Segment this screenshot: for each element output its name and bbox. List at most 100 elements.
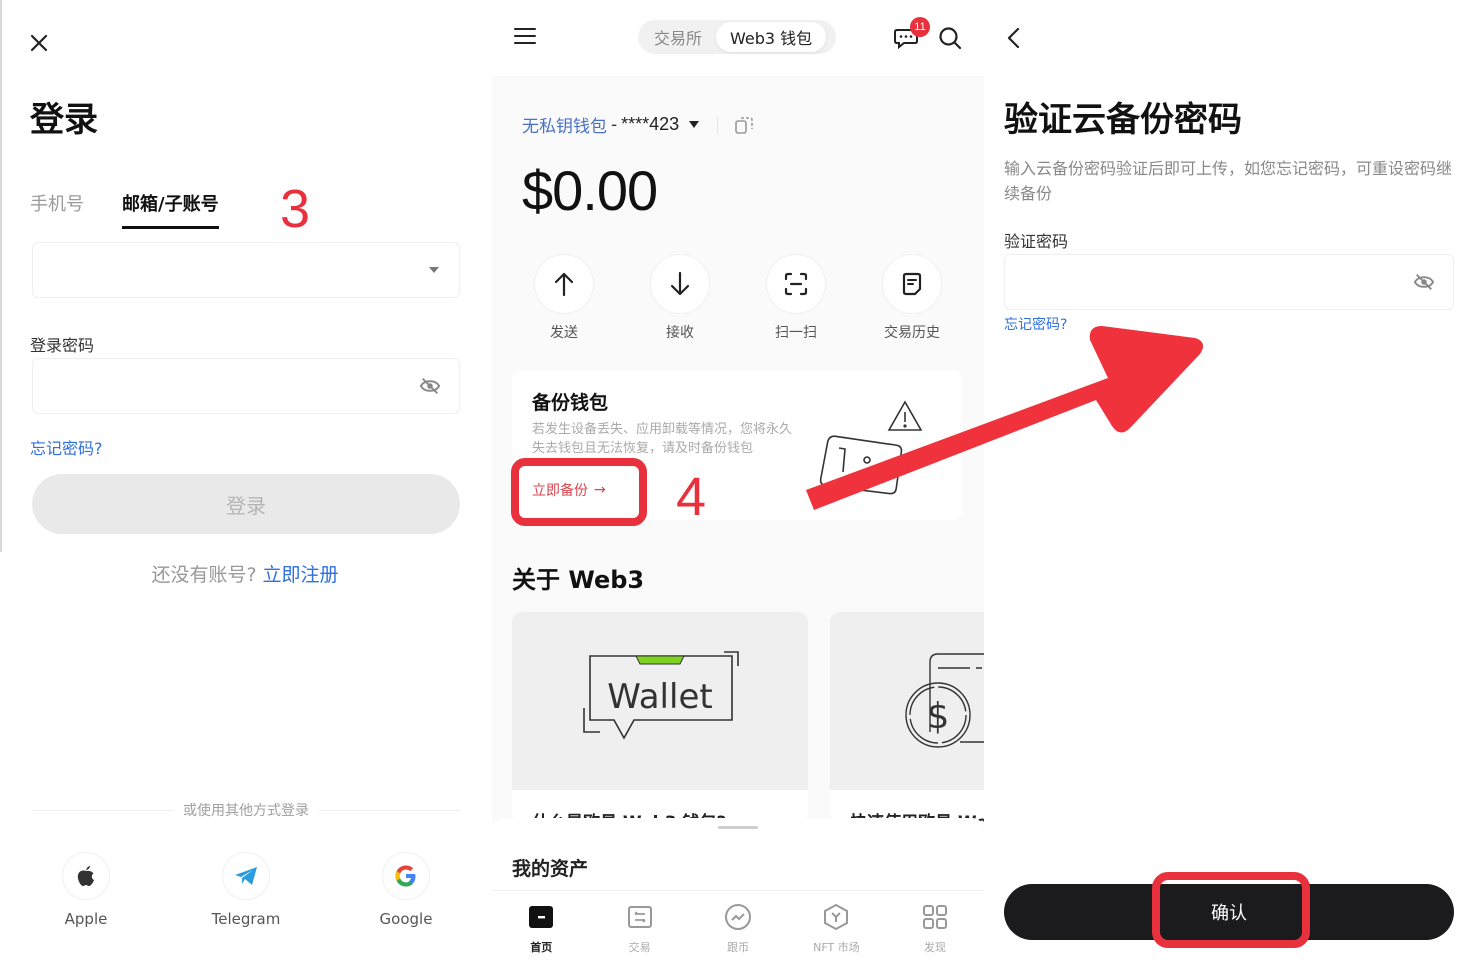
wallet-illustration-text: Wallet (607, 677, 712, 717)
tab-discover-label: 发现 (923, 941, 946, 954)
arrow-up-icon (554, 272, 574, 297)
wallet-warning-illustration (819, 400, 923, 495)
page-title: 验证云备份密码 (1004, 100, 1242, 140)
password-field[interactable] (32, 358, 460, 414)
login-screen: 登录 手机号 邮箱/子账号 3 登录密码 忘记密码? 登录 还没有账号? 立即注册… (0, 0, 490, 974)
tab-copy-trade[interactable]: 跟币 (689, 891, 787, 974)
wallet-separator: - (611, 114, 618, 135)
forgot-password-link[interactable]: 忘记密码? (30, 435, 103, 459)
history-circle (882, 254, 942, 314)
divider-line (319, 809, 460, 811)
tab-home[interactable]: 首页 (492, 891, 590, 974)
about-card[interactable]: Wallet 什么是欧易 Web3 钱包? (512, 612, 808, 822)
coin-illustration: $ (905, 653, 984, 748)
backup-now-label: 立即备份 (532, 483, 588, 499)
divider-line (32, 809, 173, 811)
tab-discover[interactable]: 发现 (886, 891, 984, 974)
scan-label: 扫一扫 (775, 325, 817, 341)
tab-trade[interactable]: 交易 (590, 891, 688, 974)
home-icon (529, 906, 554, 928)
history-icon (902, 272, 922, 296)
telegram-login-button[interactable]: Telegram (201, 852, 291, 928)
google-login-label: Google (379, 910, 433, 928)
menu-icon[interactable] (514, 26, 536, 46)
tab-copy-trade-label: 跟币 (727, 941, 750, 954)
tab-nft-market-label: NFT 市场 (813, 941, 860, 954)
scan-circle (766, 254, 826, 314)
copy-trade-icon (725, 904, 752, 930)
wallet-name[interactable]: 无私钥钱包 (522, 112, 607, 137)
account-input[interactable] (33, 243, 393, 297)
send-label: 发送 (550, 325, 578, 341)
tab-email-subaccount[interactable]: 邮箱/子账号 (122, 190, 219, 229)
trade-icon (627, 906, 652, 928)
register-prompt-text: 还没有账号? (151, 564, 257, 586)
web3-wallet-screen: 交易所 Web3 钱包 11 无私钥钱包 - ****423 $0.00 发送 … (492, 0, 984, 974)
backup-wallet-card: 备份钱包 若发生设备丢失、应用卸载等情况，您将永久失去钱包且无法恢复，请及时备份… (512, 370, 962, 520)
google-icon (395, 865, 416, 887)
telegram-login-circle (222, 852, 270, 900)
apple-login-button[interactable]: Apple (41, 852, 131, 928)
close-button[interactable] (28, 32, 50, 54)
login-button[interactable]: 登录 (32, 474, 460, 534)
password-input[interactable] (33, 359, 393, 413)
annotation-step-4: 4 (676, 467, 707, 527)
verify-password-input[interactable] (1005, 255, 1365, 309)
other-login-divider: 或使用其他方式登录 (32, 800, 460, 820)
bottom-tab-bar: 首页 交易 跟币 NFT 市场 发现 (492, 890, 984, 974)
segment-exchange[interactable]: 交易所 (640, 22, 716, 52)
apple-login-circle (62, 852, 110, 900)
history-button[interactable]: 交易历史 (854, 254, 970, 342)
backup-card-title: 备份钱包 (532, 392, 609, 414)
confirm-button[interactable]: 确认 (1004, 884, 1454, 940)
eye-off-icon[interactable] (419, 375, 441, 397)
annotation-step-3: 3 (280, 179, 311, 239)
scan-button[interactable]: 扫一扫 (738, 254, 854, 342)
wallet-illustration: Wallet (583, 651, 739, 740)
tab-nft-market[interactable]: NFT 市场 (787, 891, 885, 974)
verify-password-field[interactable] (1004, 254, 1454, 310)
verify-cloud-backup-screen: 验证云备份密码 输入云备份密码验证后即可上传，如您忘记密码，可重设密码继续备份 … (986, 0, 1464, 974)
coin-illustration-text: $ (927, 696, 950, 737)
password-label: 登录密码 (30, 336, 95, 355)
register-prompt: 还没有账号? 立即注册 (0, 560, 490, 587)
search-icon[interactable] (938, 26, 962, 50)
chevron-down-icon[interactable] (429, 267, 439, 273)
google-login-circle (382, 852, 430, 900)
send-button[interactable]: 发送 (506, 254, 622, 342)
forgot-password-link[interactable]: 忘记密码? (1004, 314, 1067, 334)
wallet-selector[interactable]: 无私钥钱包 - ****423 (522, 112, 754, 137)
account-field[interactable] (32, 242, 460, 298)
receive-circle (650, 254, 710, 314)
apple-login-label: Apple (64, 910, 108, 928)
eye-off-icon[interactable] (1413, 271, 1435, 293)
notification-badge: 11 (910, 17, 930, 37)
discover-icon (922, 905, 947, 929)
wallet-masked-id: ****423 (621, 114, 680, 134)
arrow-down-icon (670, 271, 690, 296)
sheet-drag-handle[interactable] (718, 826, 758, 829)
segment-web3-wallet[interactable]: Web3 钱包 (716, 22, 827, 52)
verify-description: 输入云备份密码验证后即可上传，如您忘记密码，可重设密码继续备份 (1004, 159, 1453, 203)
close-icon (30, 34, 48, 52)
send-circle (534, 254, 594, 314)
tab-trade-label: 交易 (628, 941, 651, 954)
wallet-actions: 发送 接收 扫一扫 交易历史 (492, 254, 984, 342)
receive-button[interactable]: 接收 (622, 254, 738, 342)
tab-phone[interactable]: 手机号 (30, 190, 84, 229)
about-card[interactable]: $ 快速使用欧易 Web3 钱包 (830, 612, 984, 822)
arrow-right-icon: → (594, 482, 606, 498)
nft-icon (824, 903, 849, 931)
register-link[interactable]: 立即注册 (263, 564, 339, 586)
backup-now-button[interactable]: 立即备份 → (532, 480, 606, 500)
verify-password-label: 验证密码 (1004, 232, 1069, 251)
telegram-icon (235, 867, 257, 885)
history-label: 交易历史 (884, 325, 940, 341)
tab-home-label: 首页 (530, 941, 553, 954)
caret-down-icon[interactable] (689, 121, 700, 128)
wallet-header: 交易所 Web3 钱包 11 (492, 0, 984, 76)
copy-icon[interactable] (734, 115, 754, 135)
google-login-button[interactable]: Google (361, 852, 451, 928)
receive-label: 接收 (666, 325, 694, 341)
back-icon[interactable] (1004, 26, 1024, 50)
